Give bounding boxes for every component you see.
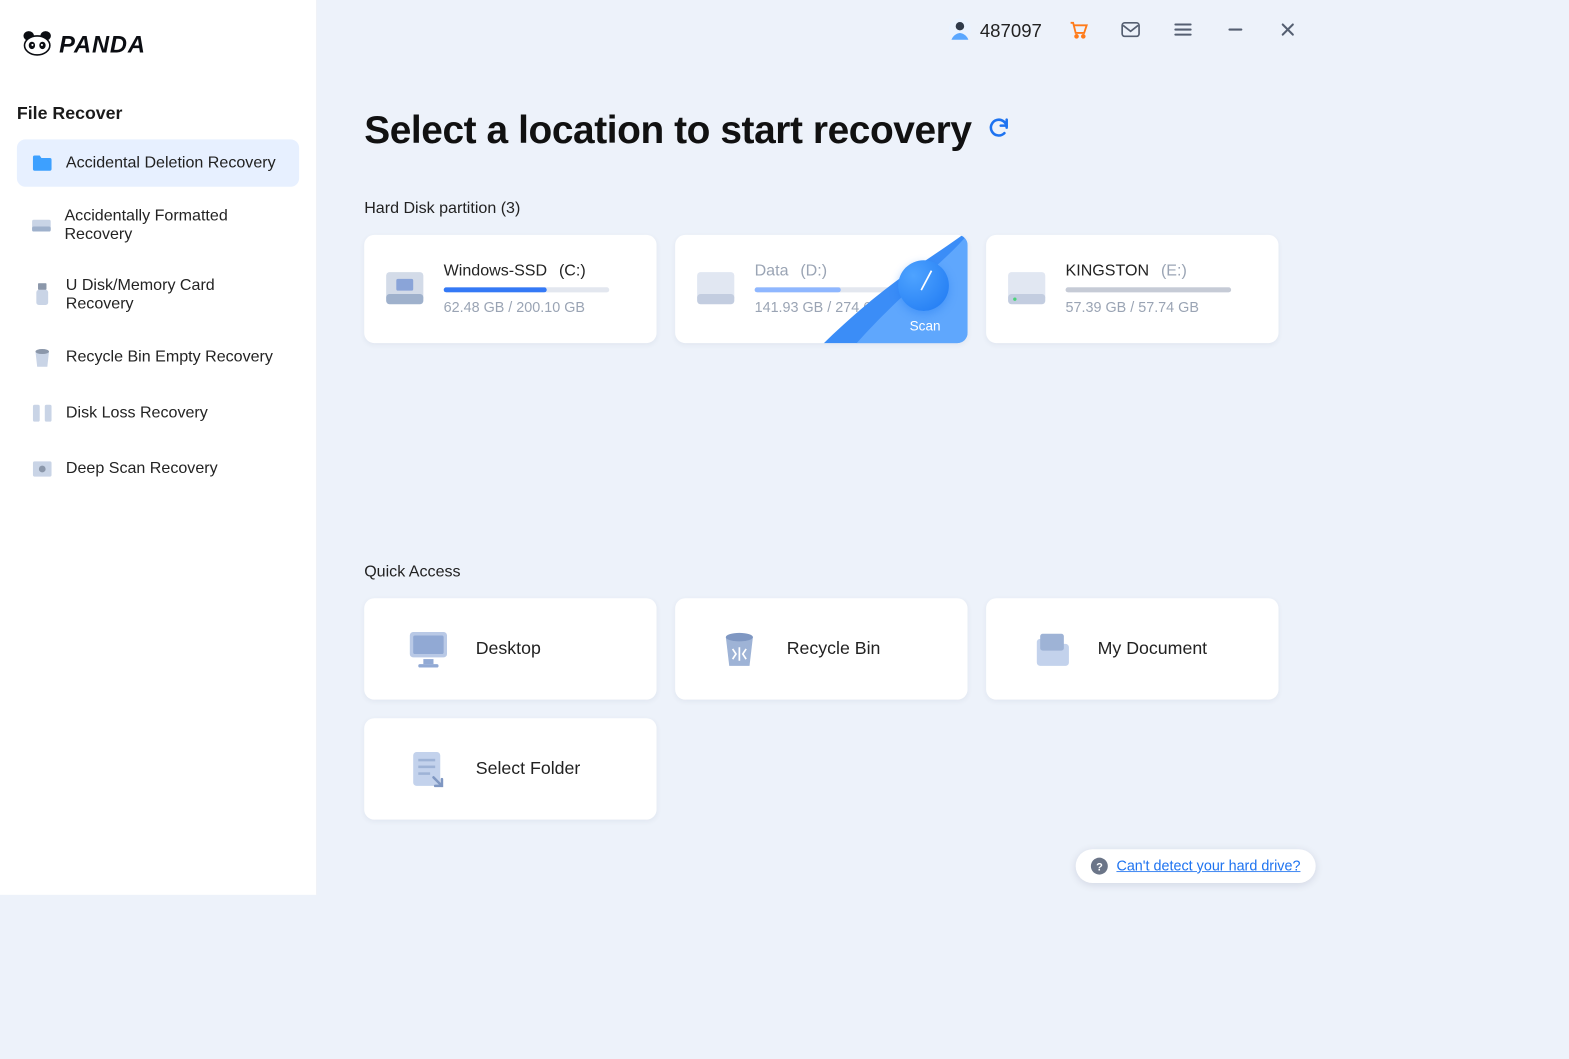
partition-card-c[interactable]: Windows-SSD (C:) 62.48 GB / 200.10 GB	[364, 235, 656, 343]
sidebar-item-label: U Disk/Memory Card Recovery	[66, 276, 286, 313]
sidebar-item-label: Accidental Deletion Recovery	[66, 154, 276, 173]
trash-icon	[30, 346, 54, 370]
partition-card-d[interactable]: Data (D:) 141.93 GB / 274.62 GB Scan	[675, 235, 967, 343]
refresh-icon	[987, 128, 1011, 142]
mail-icon	[1120, 21, 1140, 42]
disk-icon	[381, 265, 428, 312]
partition-cards: Windows-SSD (C:) 62.48 GB / 200.10 GB Da…	[364, 235, 1278, 343]
partitions-heading: Hard Disk partition (3)	[364, 199, 1278, 218]
menu-button[interactable]	[1167, 15, 1199, 47]
partition-label: KINGSTON (E:)	[1066, 262, 1262, 281]
main-area: 487097 Selec	[317, 0, 1326, 895]
sidebar-section-title: File Recover	[0, 89, 316, 140]
desktop-icon	[406, 627, 450, 671]
usage-bar	[1066, 287, 1232, 292]
refresh-button[interactable]	[987, 115, 1011, 143]
usage-bar	[444, 287, 610, 292]
usage-bar	[755, 287, 921, 292]
user-account[interactable]: 487097	[948, 17, 1042, 45]
quick-label: My Document	[1098, 639, 1207, 659]
scan-button[interactable]	[898, 260, 949, 311]
disk-split-icon	[30, 401, 54, 425]
quick-recyclebin[interactable]: Recycle Bin	[675, 598, 967, 699]
panda-icon	[20, 25, 54, 63]
quick-desktop[interactable]: Desktop	[364, 598, 656, 699]
select-folder-icon	[406, 747, 450, 791]
sidebar-nav: Accidental Deletion Recovery Accidentall…	[0, 139, 316, 492]
disk-icon	[1003, 265, 1050, 312]
sidebar: PANDA File Recover Accidental Deletion R…	[0, 0, 317, 895]
page-title: Select a location to start recovery	[364, 106, 971, 152]
recyclebin-icon	[717, 627, 761, 671]
avatar-icon	[948, 17, 972, 45]
menu-icon	[1174, 22, 1193, 41]
app-logo: PANDA	[0, 17, 316, 89]
quick-select-folder[interactable]: Select Folder	[364, 718, 656, 819]
drive-icon	[30, 214, 52, 238]
help-icon: ?	[1091, 858, 1108, 875]
quick-label: Recycle Bin	[787, 639, 881, 659]
sidebar-item-label: Disk Loss Recovery	[66, 404, 208, 423]
cart-button[interactable]	[1062, 15, 1094, 47]
partition-size: 62.48 GB / 200.10 GB	[444, 299, 640, 316]
sidebar-item-formatted[interactable]: Accidentally Formatted Recovery	[17, 195, 299, 256]
partition-card-e[interactable]: KINGSTON (E:) 57.39 GB / 57.74 GB	[986, 235, 1278, 343]
quick-label: Desktop	[476, 639, 541, 659]
sidebar-item-label: Recycle Bin Empty Recovery	[66, 348, 273, 367]
app-name: PANDA	[59, 31, 146, 58]
scan-icon	[30, 457, 54, 481]
quick-label: Select Folder	[476, 759, 581, 779]
partition-label: Windows-SSD (C:)	[444, 262, 640, 281]
titlebar: 487097	[317, 0, 1326, 47]
partition-size: 57.39 GB / 57.74 GB	[1066, 299, 1262, 316]
cart-icon	[1068, 19, 1088, 44]
scan-label: Scan	[910, 319, 941, 334]
user-id: 487097	[980, 20, 1042, 42]
quick-mydocument[interactable]: My Document	[986, 598, 1278, 699]
minimize-icon	[1227, 21, 1244, 42]
usb-icon	[30, 283, 54, 307]
disk-icon	[692, 265, 739, 312]
sidebar-item-label: Deep Scan Recovery	[66, 460, 218, 479]
help-link[interactable]: Can't detect your hard drive?	[1116, 858, 1300, 875]
mail-button[interactable]	[1115, 15, 1147, 47]
sidebar-item-recyclebin[interactable]: Recycle Bin Empty Recovery	[17, 334, 299, 381]
close-button[interactable]	[1272, 15, 1304, 47]
sidebar-item-label: Accidentally Formatted Recovery	[64, 207, 285, 244]
document-icon	[1028, 627, 1072, 671]
sidebar-item-diskloss[interactable]: Disk Loss Recovery	[17, 390, 299, 437]
minimize-button[interactable]	[1219, 15, 1251, 47]
close-icon	[1279, 21, 1296, 42]
help-pill[interactable]: ? Can't detect your hard drive?	[1076, 849, 1316, 883]
quick-access-heading: Quick Access	[364, 563, 1278, 582]
sidebar-item-accidental-deletion[interactable]: Accidental Deletion Recovery	[17, 139, 299, 186]
quick-access-cards: Desktop Recycle Bin My Document	[364, 598, 1278, 819]
folder-icon	[30, 151, 54, 175]
sidebar-item-udisk[interactable]: U Disk/Memory Card Recovery	[17, 264, 299, 325]
sidebar-item-deepscan[interactable]: Deep Scan Recovery	[17, 445, 299, 492]
